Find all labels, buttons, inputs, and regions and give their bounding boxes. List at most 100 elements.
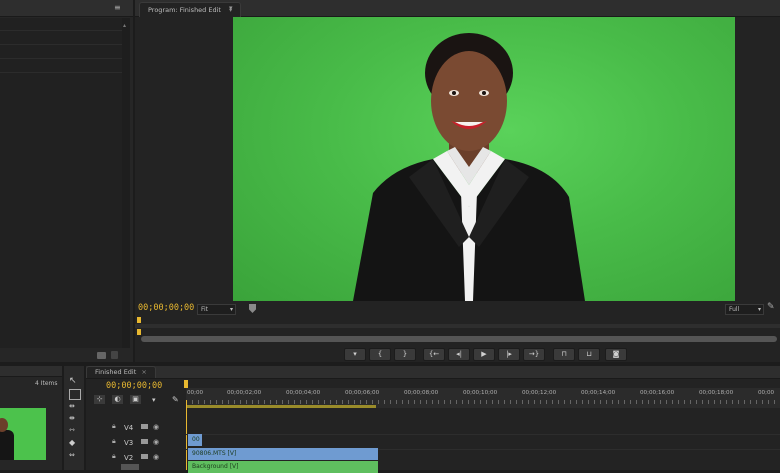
clip-label: Background [V]: [192, 463, 239, 470]
ruler-label: 00;00;02;00: [227, 390, 262, 396]
ruler-label: 00;00;06;00: [345, 390, 380, 396]
rate-stretch-tool-icon[interactable]: ⇿: [69, 426, 79, 435]
clip-label: 00: [192, 436, 200, 443]
chevron-down-icon: ▾: [229, 306, 233, 313]
rolling-edit-tool-icon[interactable]: ⇼: [69, 414, 79, 423]
step-forward-button[interactable]: |▸: [498, 348, 520, 361]
film-icon[interactable]: [141, 424, 148, 429]
eye-icon[interactable]: ◉: [153, 423, 159, 431]
close-icon[interactable]: ×: [141, 368, 146, 376]
program-monitor: Program: Finished Edit ▾ ▾ 00;00;00;00 F…: [135, 0, 780, 362]
eye-icon[interactable]: ◉: [153, 453, 159, 461]
project-item-count: 4 Items: [35, 380, 58, 387]
panel-menu-icon[interactable]: ▾: [229, 4, 233, 12]
trash-icon[interactable]: [111, 351, 118, 359]
new-bin-icon[interactable]: [97, 352, 106, 359]
work-area-bar[interactable]: [186, 405, 376, 408]
ruler-label: 00;00: [187, 390, 204, 396]
fit-select[interactable]: Fit ▾: [197, 304, 236, 315]
go-to-in-button[interactable]: {←: [423, 348, 445, 361]
fit-select-value: Fit: [201, 306, 209, 313]
clip-v3[interactable]: 00: [188, 434, 202, 446]
ruler-label: 00;00;08;00: [404, 390, 439, 396]
snap-icon[interactable]: ⊹: [94, 395, 105, 404]
program-monitor-tabbar: Program: Finished Edit ▾ ▾: [135, 0, 780, 17]
wrench-icon[interactable]: ✎: [767, 302, 775, 312]
mark-out-button[interactable]: }: [394, 348, 416, 361]
timeline-timecode[interactable]: 00;00;00;00: [106, 381, 162, 391]
source-panel: ≡ ▴: [0, 0, 133, 362]
ripple-edit-tool-icon[interactable]: ⇹: [69, 402, 79, 411]
lock-icon[interactable]: 🔒︎: [112, 422, 116, 431]
chevron-down-icon: ▾: [757, 306, 761, 313]
extract-icon: ⊔: [586, 350, 592, 358]
go-to-in-icon: {←: [428, 350, 440, 358]
track-headers: 🔒︎ V4 ◉ 🔒︎ V3 ◉ 🔒︎ V2 ◉: [86, 418, 186, 470]
track-name: V2: [124, 454, 134, 462]
track-target-v1[interactable]: [121, 464, 139, 470]
ruler-label: 00;00;10;00: [463, 390, 498, 396]
clip-label: 90806.MTS [V]: [192, 450, 237, 457]
clip-v2-video[interactable]: 90806.MTS [V]: [188, 448, 378, 460]
film-icon[interactable]: [141, 439, 148, 444]
quality-select[interactable]: Full ▾: [725, 304, 764, 315]
program-timecode[interactable]: 00;00;00;00: [138, 303, 194, 313]
add-marker-icon: ▾: [353, 350, 357, 358]
step-back-icon: ◂|: [456, 350, 462, 358]
tab-timeline[interactable]: Finished Edit ×: [86, 366, 156, 378]
step-forward-icon: |▸: [506, 350, 512, 358]
go-to-out-icon: →}: [528, 350, 540, 358]
track-name: V3: [124, 439, 134, 447]
film-icon[interactable]: [141, 454, 148, 459]
clip-thumbnail[interactable]: [0, 408, 46, 460]
clip-background[interactable]: Background [V]: [188, 461, 378, 473]
tab-timeline-label: Finished Edit: [95, 368, 137, 376]
monitor-playhead-in[interactable]: [137, 329, 141, 335]
linked-selection-icon[interactable]: ◐: [112, 395, 123, 404]
slip-tool-icon[interactable]: ⇔: [69, 451, 79, 460]
eye-icon[interactable]: ◉: [153, 438, 159, 446]
video-frame[interactable]: [233, 17, 735, 301]
track-area: 00 90806.MTS [V] Background [V]: [186, 418, 780, 473]
lift-icon: ⊓: [561, 350, 567, 358]
mark-in-icon: {: [377, 350, 383, 358]
mark-out-icon: }: [402, 350, 408, 358]
vertical-scrollbar[interactable]: ▴: [122, 18, 130, 348]
tools-panel: ↖ ⇹ ⇼ ⇿ ◆ ⇔: [64, 366, 84, 470]
monitor-ruler[interactable]: [135, 324, 780, 328]
track-lane[interactable]: [186, 420, 780, 435]
ruler-ticks: [186, 400, 780, 404]
lock-icon[interactable]: 🔒︎: [112, 437, 116, 446]
tab-program-label: Program: Finished Edit: [148, 6, 221, 14]
presenter-figure: [353, 33, 585, 301]
timeline-ruler[interactable]: 00;00 00;00;02;00 00;00;04;00 00;00;06;0…: [186, 388, 780, 408]
add-marker-timeline-icon[interactable]: ▣: [130, 395, 141, 404]
step-back-button[interactable]: ◂|: [448, 348, 470, 361]
project-panel: 4 Items: [0, 366, 62, 470]
mark-in-button[interactable]: {: [369, 348, 391, 361]
transport-bar: ▾ { } {← ◂| ▶ |▸ →} ⊓ ⊔ ◙: [135, 348, 780, 361]
selection-tool-icon[interactable]: ↖: [69, 376, 79, 386]
monitor-playhead-marker[interactable]: [137, 317, 141, 323]
ruler-label: 00;00;12;00: [522, 390, 557, 396]
export-frame-button[interactable]: ◙: [605, 348, 627, 361]
razor-tool-icon[interactable]: ◆: [69, 438, 79, 447]
play-button[interactable]: ▶: [473, 348, 495, 361]
tab-program-monitor[interactable]: Program: Finished Edit ▾: [139, 2, 242, 17]
extract-button[interactable]: ⊔: [578, 348, 600, 361]
marker-icon[interactable]: [249, 304, 256, 313]
panel-menu-icon[interactable]: ≡: [114, 4, 122, 12]
timeline-tabbar: Finished Edit ×: [86, 366, 780, 379]
lift-button[interactable]: ⊓: [553, 348, 575, 361]
playhead-handle[interactable]: [184, 380, 188, 388]
track-select-tool-icon[interactable]: [69, 389, 81, 400]
ruler-label: 00;00: [758, 390, 775, 396]
go-to-out-button[interactable]: →}: [523, 348, 545, 361]
lock-icon[interactable]: 🔒︎: [112, 452, 116, 461]
play-icon: ▶: [481, 350, 487, 358]
marker-timeline-icon[interactable]: ▾: [152, 396, 156, 404]
add-marker-button[interactable]: ▾: [344, 348, 366, 361]
timeline-panel: Finished Edit × 00;00;00;00 ⊹ ◐ ▣ ▾ ✎ 00…: [86, 366, 780, 473]
monitor-zoom-scrollbar[interactable]: [141, 336, 777, 342]
wrench-icon[interactable]: ✎: [172, 395, 179, 404]
